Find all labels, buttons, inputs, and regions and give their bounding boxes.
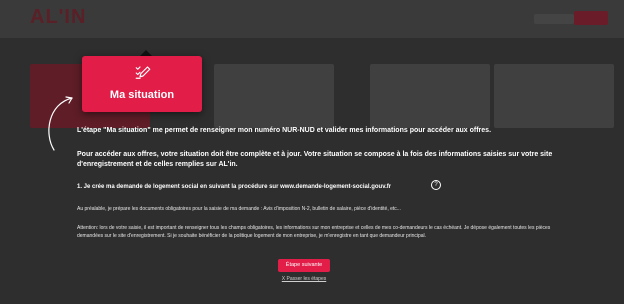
question-circle-icon[interactable]: ?	[431, 180, 441, 190]
background-card	[494, 64, 614, 128]
prep-text: Au préalable, je prépare les documents o…	[77, 206, 401, 212]
skip-steps-link[interactable]: X Passer les étapes	[274, 276, 334, 282]
app-logo: AL'IN	[30, 6, 87, 28]
background-action-button	[574, 11, 608, 25]
requirement-text: Pour accéder aux offres, votre situation…	[77, 151, 553, 168]
tile-label: Ma situation	[109, 89, 175, 101]
step1-text: 1. Je crée ma demande de logement social…	[77, 184, 392, 190]
checklist-pencil-icon	[135, 66, 151, 79]
curved-arrow-icon	[48, 96, 73, 151]
attention-text: Attention: lors de votre saisie, il est …	[77, 225, 551, 239]
ma-situation-tile: Ma situation	[82, 56, 202, 112]
background-card	[214, 64, 334, 128]
next-step-button[interactable]: Étape suivante	[278, 259, 330, 272]
background-card	[370, 64, 490, 128]
background-user-button	[534, 14, 574, 24]
background-header: AL'IN	[0, 0, 624, 38]
intro-text: L'étape "Ma situation" me permet de rens…	[77, 127, 492, 134]
